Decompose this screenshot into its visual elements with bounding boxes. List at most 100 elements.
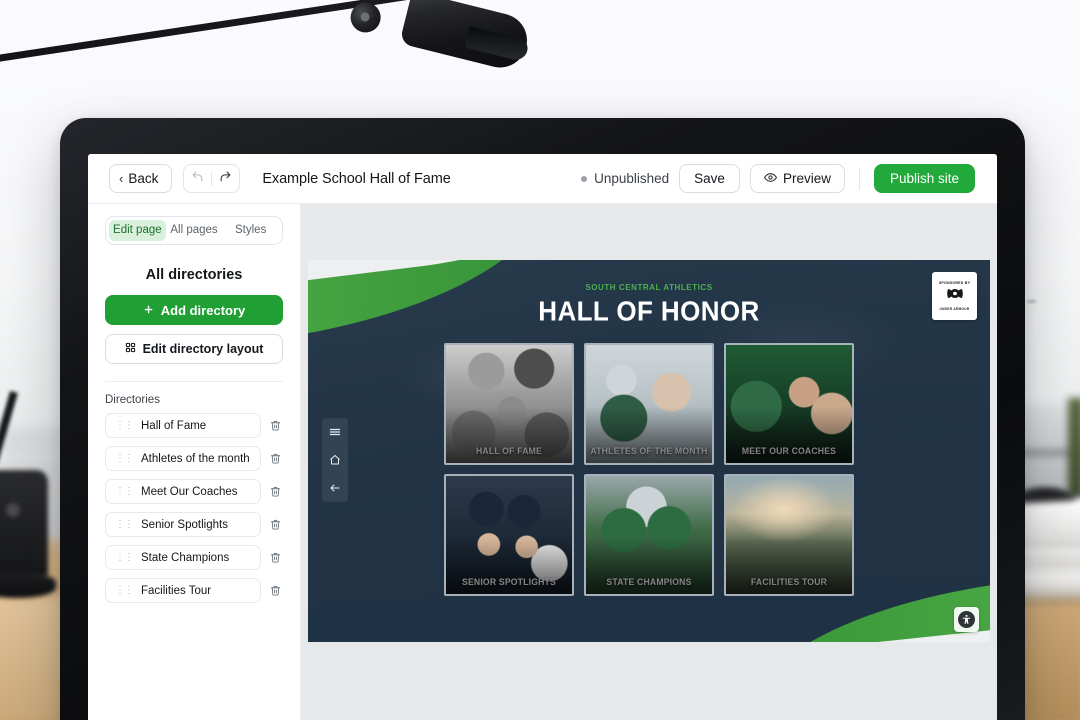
drag-handle-icon[interactable]: ⋮⋮ <box>115 420 134 431</box>
background-green-book <box>1068 398 1080 498</box>
header-divider <box>858 167 860 190</box>
back-button[interactable]: ‹ Back <box>109 164 173 193</box>
edit-directory-layout-button[interactable]: Edit directory layout <box>105 334 283 364</box>
save-button[interactable]: Save <box>679 164 740 193</box>
directory-item-meet-our-coaches[interactable]: ⋮⋮ Meet Our Coaches <box>105 479 261 504</box>
sponsor-label-bottom: UNDER ARMOUR <box>939 307 970 311</box>
trash-icon[interactable] <box>268 552 283 563</box>
background-speck <box>1027 300 1036 303</box>
sponsor-label-top: SPONSORED BY <box>938 281 971 285</box>
directory-item-state-champions[interactable]: ⋮⋮ State Champions <box>105 545 261 570</box>
under-armour-logo-icon <box>945 287 965 305</box>
sidebar-divider <box>105 381 283 382</box>
redo-button[interactable] <box>212 165 239 192</box>
card-senior-spotlights[interactable]: SENIOR SPOTLIGHTS <box>444 474 574 596</box>
tablet-device: ‹ Back Example School Hall of Fame Unpub… <box>60 118 1025 720</box>
drag-handle-icon[interactable]: ⋮⋮ <box>115 552 134 563</box>
photo-scene: ‹ Back Example School Hall of Fame Unpub… <box>0 0 1080 720</box>
card-state-champions[interactable]: STATE CHAMPIONS <box>584 474 714 596</box>
tab-styles[interactable]: Styles <box>222 220 279 241</box>
publish-site-button[interactable]: Publish site <box>873 164 975 193</box>
directory-item-athletes-of-the-month[interactable]: ⋮⋮ Athletes of the month <box>105 446 261 471</box>
tab-edit-page[interactable]: Edit page <box>109 220 166 241</box>
directory-item-facilities-tour[interactable]: ⋮⋮ Facilities Tour <box>105 578 261 603</box>
accessibility-icon <box>958 611 975 628</box>
drag-handle-icon[interactable]: ⋮⋮ <box>115 486 134 497</box>
site-floating-toolbar <box>322 418 348 502</box>
trash-icon[interactable] <box>268 585 283 596</box>
redo-icon <box>219 170 232 188</box>
card-hall-of-fame[interactable]: HALL OF FAME <box>444 343 574 465</box>
undo-redo-group <box>183 164 241 193</box>
list-item: ⋮⋮ Athletes of the month <box>105 446 283 471</box>
drag-handle-icon[interactable]: ⋮⋮ <box>115 585 134 596</box>
hamburger-menu-icon[interactable] <box>328 425 342 439</box>
directory-item-senior-spotlights[interactable]: ⋮⋮ Senior Spotlights <box>105 512 261 537</box>
list-item: ⋮⋮ Hall of Fame <box>105 413 283 438</box>
card-meet-our-coaches[interactable]: MEET OUR COACHES <box>724 343 854 465</box>
edit-directory-layout-label: Edit directory layout <box>142 342 264 356</box>
preview-button[interactable]: Preview <box>749 164 845 193</box>
undo-button[interactable] <box>184 165 211 192</box>
directory-card-grid: HALL OF FAME ATHLETES OF THE MONTH MEET … <box>444 343 854 596</box>
site-eyebrow: SOUTH CENTRAL ATHLETICS <box>585 282 713 292</box>
home-icon[interactable] <box>328 453 342 467</box>
directory-item-label: Senior Spotlights <box>141 518 228 531</box>
chevron-left-icon: ‹ <box>119 171 124 186</box>
sidebar: Edit page All pages Styles All directori… <box>88 204 301 720</box>
directory-item-label: Facilities Tour <box>141 584 212 597</box>
site-title: HALL OF HONOR <box>538 295 760 327</box>
list-item: ⋮⋮ Meet Our Coaches <box>105 479 283 504</box>
app-header: ‹ Back Example School Hall of Fame Unpub… <box>88 154 997 204</box>
card-photo <box>726 476 852 594</box>
plus-icon <box>143 303 154 318</box>
status-dot-icon <box>581 175 588 182</box>
add-directory-button[interactable]: Add directory <box>105 295 283 325</box>
back-button-label: Back <box>128 171 159 186</box>
directory-item-label: Athletes of the month <box>141 452 250 465</box>
undo-icon <box>191 170 204 188</box>
card-athletes-of-the-month[interactable]: ATHLETES OF THE MONTH <box>584 343 714 465</box>
card-label: SENIOR SPOTLIGHTS <box>461 577 556 587</box>
card-label: STATE CHAMPIONS <box>606 577 692 587</box>
preview-button-label: Preview <box>782 171 831 186</box>
tab-all-pages[interactable]: All pages <box>166 220 223 241</box>
list-item: ⋮⋮ Senior Spotlights <box>105 512 283 537</box>
add-directory-label: Add directory <box>160 302 246 318</box>
preview-canvas: SPONSORED BY UNDER ARMOUR SOUTH CENTRAL … <box>301 204 997 720</box>
site-content: SOUTH CENTRAL ATHLETICS HALL OF HONOR HA… <box>308 260 990 596</box>
card-label: MEET OUR COACHES <box>741 446 837 456</box>
page-title: Example School Hall of Fame <box>262 170 451 187</box>
trash-icon[interactable] <box>268 420 283 431</box>
card-photo <box>586 345 712 463</box>
device-screen: ‹ Back Example School Hall of Fame Unpub… <box>88 154 997 720</box>
directory-item-hall-of-fame[interactable]: ⋮⋮ Hall of Fame <box>105 413 261 438</box>
drag-handle-icon[interactable]: ⋮⋮ <box>115 519 134 530</box>
card-photo <box>726 345 852 463</box>
card-photo <box>446 476 572 594</box>
app-body: Edit page All pages Styles All directori… <box>88 204 997 720</box>
status-badge: Unpublished <box>594 171 670 186</box>
trash-icon[interactable] <box>268 486 283 497</box>
card-label: FACILITIES TOUR <box>750 577 828 587</box>
site-preview[interactable]: SPONSORED BY UNDER ARMOUR SOUTH CENTRAL … <box>308 260 990 642</box>
card-photo <box>586 476 712 594</box>
trash-icon[interactable] <box>268 453 283 464</box>
list-item: ⋮⋮ Facilities Tour <box>105 578 283 603</box>
back-arrow-icon[interactable] <box>328 481 342 495</box>
directories-label: Directories <box>105 394 160 406</box>
lamp-base <box>0 470 48 578</box>
grid-icon <box>125 342 136 356</box>
directory-item-label: Hall of Fame <box>141 419 207 432</box>
list-item: ⋮⋮ State Champions <box>105 545 283 570</box>
publish-status: Unpublished <box>581 171 669 186</box>
directory-item-label: State Champions <box>141 551 230 564</box>
accessibility-button[interactable] <box>954 607 979 632</box>
sidebar-tabs: Edit page All pages Styles <box>105 216 283 245</box>
eye-icon <box>763 171 778 187</box>
card-facilities-tour[interactable]: FACILITIES TOUR <box>724 474 854 596</box>
card-label: ATHLETES OF THE MONTH <box>590 446 708 456</box>
sponsor-badge[interactable]: SPONSORED BY UNDER ARMOUR <box>932 272 977 320</box>
drag-handle-icon[interactable]: ⋮⋮ <box>115 453 134 464</box>
trash-icon[interactable] <box>268 519 283 530</box>
